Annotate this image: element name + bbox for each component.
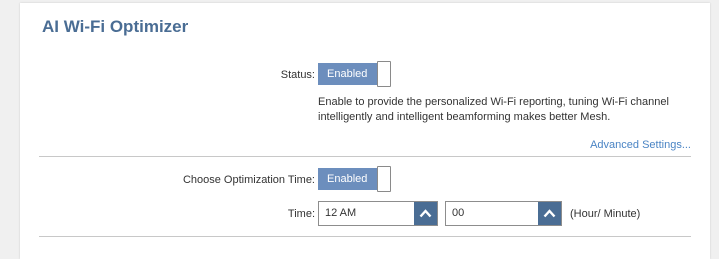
advanced-settings-link[interactable]: Advanced Settings... [590,139,691,151]
panel-title: AI Wi-Fi Optimizer [42,17,189,36]
ai-wifi-optimizer-panel: AI Wi-Fi Optimizer Status: Enabled Enabl… [20,3,710,259]
optimization-time-toggle[interactable]: Enabled [318,166,391,192]
minute-select-value: 00 [452,207,465,219]
status-toggle[interactable]: Enabled [318,61,391,87]
toggle-knob [377,166,391,192]
hour-select-value: 12 AM [325,207,357,219]
status-description: Enable to provide the personalized Wi-Fi… [318,96,669,123]
section-divider [39,156,691,157]
chevron-up-icon [419,209,432,218]
status-toggle-state: Enabled [318,63,377,85]
chevron-up-icon [543,209,556,218]
optimization-time-toggle-state: Enabled [318,168,377,190]
hour-select[interactable]: 12 AM [318,201,438,226]
time-label: Time: [287,208,315,220]
optimization-time-label: Choose Optimization Time: [182,174,315,186]
time-format-hint: (Hour/ Minute) [570,208,641,220]
minute-select-button[interactable] [538,202,561,225]
toggle-knob [377,61,391,87]
status-label: Status: [280,69,315,81]
minute-select[interactable]: 00 [445,201,562,226]
hour-select-button[interactable] [414,202,437,225]
bottom-divider [39,236,691,237]
